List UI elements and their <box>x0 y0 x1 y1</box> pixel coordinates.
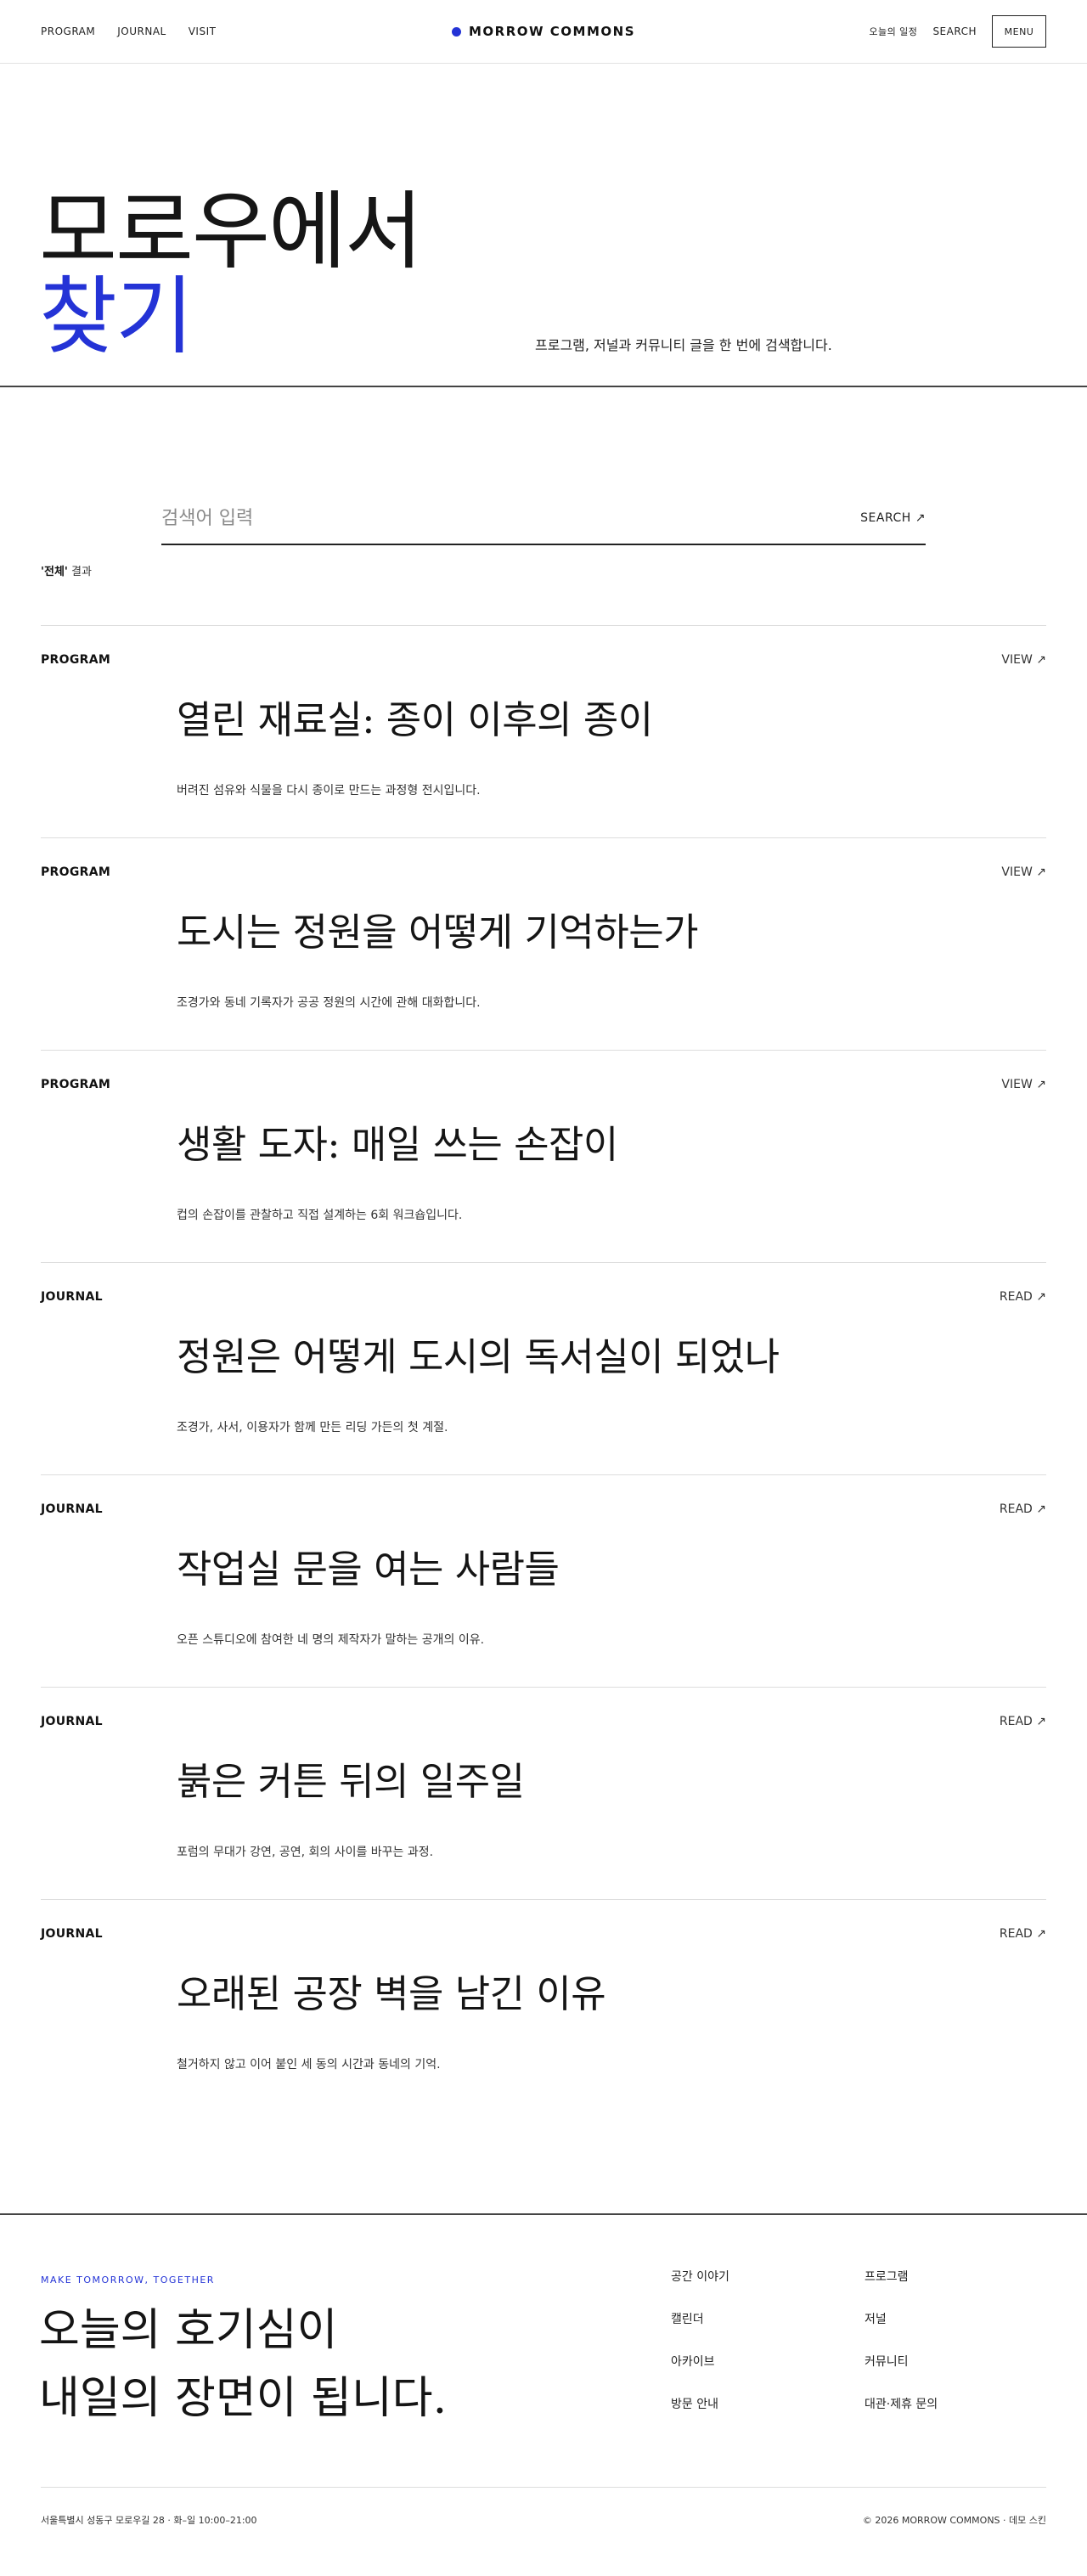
footer-link-calendar[interactable]: 캘린더 <box>671 2312 865 2327</box>
result-item[interactable]: PROGRAM VIEW ↗ 생활 도자: 매일 쓰는 손잡이 컵의 손잡이를 … <box>41 1050 1046 1262</box>
footer-nav: 공간 이야기 프로그램 캘린더 저널 아카이브 커뮤니티 방문 안내 대관·제휴… <box>671 2269 1034 2412</box>
result-description: 컵의 손잡이를 관찰하고 직접 설계하는 6회 워크숍입니다. <box>177 1209 463 1222</box>
result-title[interactable]: 작업실 문을 여는 사람들 <box>177 1538 560 1593</box>
site-footer: MAKE TOMORROW, TOGETHER 오늘의 호기심이 내일의 장면이… <box>0 2213 1087 2576</box>
result-item[interactable]: JOURNAL READ ↗ 붉은 커튼 뒤의 일주일 포럼의 무대가 강연, … <box>41 1687 1046 1899</box>
result-title[interactable]: 도시는 정원을 어떻게 기억하는가 <box>177 901 699 956</box>
result-view-link[interactable]: VIEW ↗ <box>1001 865 1046 879</box>
utility-nav: 오늘의 일정 SEARCH MENU <box>869 15 1046 48</box>
result-read-link[interactable]: READ ↗ <box>1000 1502 1046 1516</box>
result-read-link[interactable]: READ ↗ <box>1000 1927 1046 1941</box>
search-section: SEARCH ↗ '전체' 결과 <box>0 387 1087 625</box>
footer-bottom-bar: 서울특별시 성동구 모로우길 28 · 화–일 10:00–21:00 © 20… <box>41 2487 1046 2526</box>
footer-tagline-line1: 오늘의 호기심이 <box>39 2305 338 2356</box>
result-category: JOURNAL <box>41 1927 103 1941</box>
result-description: 철거하지 않고 이어 붙인 세 동의 시간과 동네의 기억. <box>177 2058 441 2072</box>
footer-kicker: MAKE TOMORROW, TOGETHER <box>41 2274 215 2286</box>
result-item[interactable]: PROGRAM VIEW ↗ 도시는 정원을 어떻게 기억하는가 조경가와 동네… <box>41 837 1046 1050</box>
footer-tagline: 오늘의 호기심이 내일의 장면이 됩니다. <box>39 2297 447 2432</box>
result-description: 조경가와 동네 기록자가 공공 정원의 시간에 관해 대화합니다. <box>177 996 481 1010</box>
result-description: 오픈 스튜디오에 참여한 네 명의 제작자가 말하는 공개의 이유. <box>177 1633 485 1647</box>
result-item[interactable]: JOURNAL READ ↗ 정원은 어떻게 도시의 독서실이 되었나 조경가,… <box>41 1262 1046 1474</box>
result-category: JOURNAL <box>41 1502 103 1516</box>
footer-address: 서울특별시 성동구 모로우길 28 · 화–일 10:00–21:00 <box>41 2515 257 2526</box>
footer-link-visit-guide[interactable]: 방문 안내 <box>671 2397 865 2412</box>
footer-link-journal[interactable]: 저널 <box>865 2312 1034 2327</box>
result-description: 조경가, 사서, 이용자가 함께 만든 리딩 가든의 첫 계절. <box>177 1421 448 1435</box>
result-scope-suffix: 결과 <box>67 566 92 578</box>
result-view-link[interactable]: VIEW ↗ <box>1001 1078 1046 1091</box>
result-scope-value: '전체' <box>41 566 68 578</box>
page-subtitle: 프로그램, 저널과 커뮤니티 글을 한 번에 검색합니다. <box>535 337 832 353</box>
result-title[interactable]: 오래된 공장 벽을 남긴 이유 <box>177 1963 606 2018</box>
page-title: 모로우에서 찾기 <box>39 182 423 366</box>
header-search-link[interactable]: SEARCH <box>932 25 977 37</box>
result-read-link[interactable]: READ ↗ <box>1000 1290 1046 1304</box>
footer-link-community[interactable]: 커뮤니티 <box>865 2354 1034 2370</box>
hero-section: 모로우에서 찾기 프로그램, 저널과 커뮤니티 글을 한 번에 검색합니다. <box>0 64 1087 387</box>
footer-link-archive[interactable]: 아카이브 <box>671 2354 865 2370</box>
footer-tagline-line2: 내일의 장면이 됩니다. <box>39 2373 448 2424</box>
result-view-link[interactable]: VIEW ↗ <box>1001 653 1046 667</box>
result-scope-label: '전체' 결과 <box>41 562 92 578</box>
result-item[interactable]: JOURNAL READ ↗ 작업실 문을 여는 사람들 오픈 스튜디오에 참여… <box>41 1474 1046 1687</box>
result-title[interactable]: 정원은 어떻게 도시의 독서실이 되었나 <box>177 1326 780 1381</box>
site-header: PROGRAM JOURNAL VISIT MORROW COMMONS 오늘의… <box>0 0 1087 64</box>
footer-link-rental-inquiry[interactable]: 대관·제휴 문의 <box>865 2397 1034 2412</box>
result-category: PROGRAM <box>41 865 111 879</box>
brand-name: MORROW COMMONS <box>468 24 636 39</box>
footer-link-program[interactable]: 프로그램 <box>865 2269 1034 2285</box>
result-title[interactable]: 생활 도자: 매일 쓰는 손잡이 <box>177 1113 618 1169</box>
result-description: 버려진 섬유와 식물을 다시 종이로 만드는 과정형 전시입니다. <box>177 784 481 798</box>
result-read-link[interactable]: READ ↗ <box>1000 1715 1046 1728</box>
result-item[interactable]: JOURNAL READ ↗ 오래된 공장 벽을 남긴 이유 철거하지 않고 이… <box>41 1899 1046 2111</box>
footer-link-space-story[interactable]: 공간 이야기 <box>671 2269 865 2285</box>
result-item[interactable]: PROGRAM VIEW ↗ 열린 재료실: 종이 이후의 종이 버려진 섬유와… <box>41 625 1046 837</box>
search-input[interactable] <box>161 507 756 529</box>
results-list: PROGRAM VIEW ↗ 열린 재료실: 종이 이후의 종이 버려진 섬유와… <box>41 625 1046 2111</box>
todays-schedule-link[interactable]: 오늘의 일정 <box>869 25 917 38</box>
page-title-line1: 모로우에서 <box>39 182 423 281</box>
result-category: PROGRAM <box>41 653 111 667</box>
menu-button[interactable]: MENU <box>992 15 1046 48</box>
result-category: PROGRAM <box>41 1078 111 1091</box>
result-title[interactable]: 열린 재료실: 종이 이후의 종이 <box>177 689 653 744</box>
result-category: JOURNAL <box>41 1715 103 1728</box>
brand-dot-icon <box>451 26 461 37</box>
search-submit-button[interactable]: SEARCH ↗ <box>860 511 926 525</box>
result-description: 포럼의 무대가 강연, 공연, 회의 사이를 바꾸는 과정. <box>177 1846 434 1859</box>
result-title[interactable]: 붉은 커튼 뒤의 일주일 <box>177 1750 525 1806</box>
result-category: JOURNAL <box>41 1290 103 1304</box>
footer-copyright: © 2026 MORROW COMMONS · 데모 스킨 <box>862 2515 1046 2526</box>
search-form: SEARCH ↗ <box>161 493 926 545</box>
page-title-line2: 찾기 <box>39 267 194 366</box>
